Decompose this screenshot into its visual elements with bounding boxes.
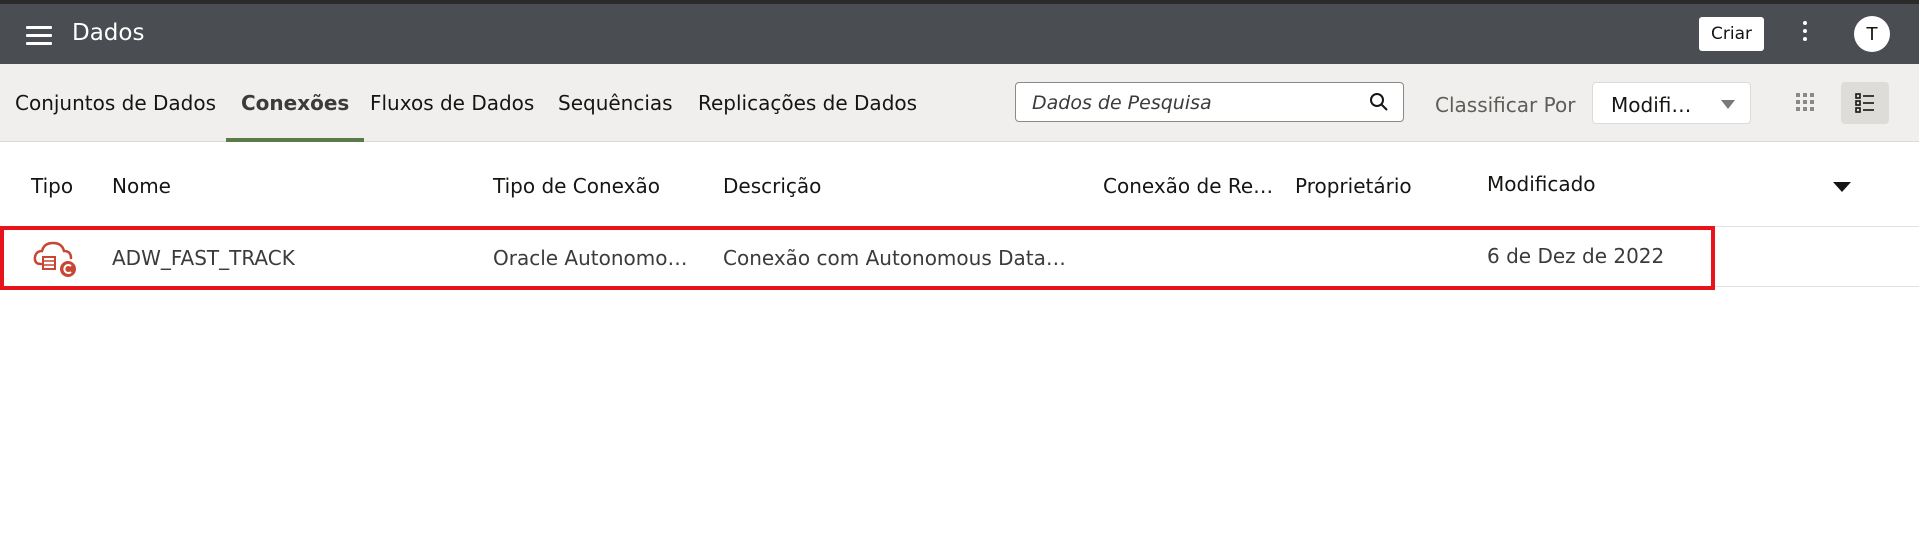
top-bar: Dados Criar T [0,0,1919,64]
list-view-button[interactable] [1841,82,1889,124]
sort-dropdown[interactable]: Modifi… [1592,82,1751,124]
column-header-type[interactable]: Tipo [31,174,73,198]
column-header-owner[interactable]: Proprietário [1295,174,1412,198]
divider [0,286,1919,287]
page-title: Dados [72,20,145,46]
tab-dataflows[interactable]: Fluxos de Dados [370,64,534,142]
row-name[interactable]: ADW_FAST_TRACK [112,246,295,270]
row-description: Conexão com Autonomous Data … [723,246,1068,270]
search-box [1015,82,1404,123]
search-icon[interactable] [1369,92,1389,112]
grid-icon [1796,93,1814,111]
grid-view-button[interactable] [1782,82,1830,124]
search-input[interactable] [1030,83,1364,123]
table-row[interactable]: ADW_FAST_TRACK Oracle Autonomo… Conexão … [0,228,1919,286]
sort-label: Classificar Por [1435,93,1576,117]
tab-sequences[interactable]: Sequências [558,64,673,142]
row-connection-type: Oracle Autonomo… [493,246,688,270]
column-header-description[interactable]: Descrição [723,174,821,198]
row-modified: 6 de Dez de 2022 [1487,244,1665,268]
menu-icon[interactable] [26,26,52,46]
more-options-icon[interactable] [1800,21,1810,47]
column-header-modified[interactable]: Modificado [1487,172,1596,196]
avatar[interactable]: T [1854,16,1890,52]
sort-value: Modifi… [1611,93,1692,117]
list-icon [1855,93,1874,113]
cloud-database-connection-icon [33,241,76,277]
column-header-connection-type[interactable]: Tipo de Conexão [493,174,660,198]
column-header-name[interactable]: Nome [112,174,171,198]
tab-datasets[interactable]: Conjuntos de Dados [15,64,216,142]
chevron-down-icon [1721,100,1735,109]
tab-data-replications[interactable]: Replicações de Dados [698,64,917,142]
tab-connections[interactable]: Conexões [225,64,365,142]
create-button[interactable]: Criar [1699,17,1764,51]
column-header-remote-connection[interactable]: Conexão de Re… [1103,174,1273,198]
columns-menu-chevron-icon[interactable] [1833,182,1851,192]
divider [0,226,1919,227]
